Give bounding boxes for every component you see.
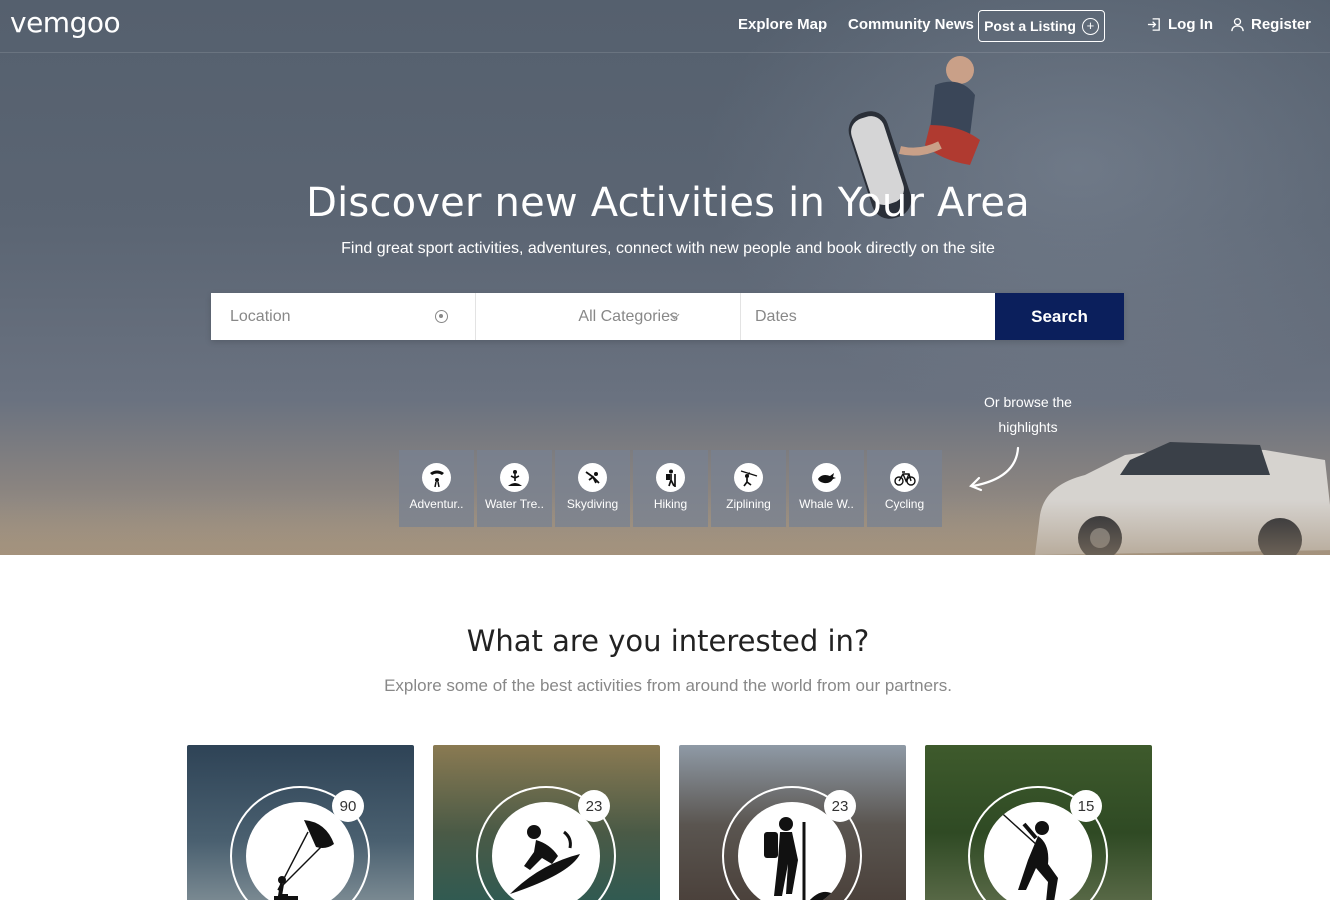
- register-link[interactable]: Register: [1230, 16, 1311, 33]
- zipline-icon: [734, 463, 763, 492]
- whale-icon: [812, 463, 841, 492]
- highlight-skydiving[interactable]: Skydiving: [555, 450, 630, 527]
- paraglider-icon: [422, 463, 451, 492]
- hero-banner: vemgoo Explore Map Community News Post a…: [0, 0, 1330, 555]
- hero-title: Discover new Activities in Your Area: [306, 180, 1030, 226]
- curved-arrow-icon: [969, 446, 1020, 492]
- site-logo[interactable]: vemgoo: [10, 6, 121, 39]
- highlight-label: Ziplining: [726, 497, 771, 511]
- plus-circle-icon: +: [1081, 17, 1099, 35]
- location-input[interactable]: Location: [211, 293, 476, 340]
- category-selected-value: All Categories: [578, 307, 678, 325]
- section-subtitle: Explore some of the best activities from…: [384, 676, 952, 695]
- browse-highlights-note: Or browse the highlights: [984, 394, 1072, 435]
- bicycle-icon: [890, 463, 919, 492]
- listing-count-badge: 90: [332, 790, 364, 822]
- highlight-ziplining[interactable]: Ziplining: [711, 450, 786, 527]
- dates-placeholder: Dates: [755, 307, 797, 325]
- post-listing-label: Post a Listing: [984, 18, 1076, 34]
- category-card-climbing[interactable]: 15: [925, 745, 1152, 900]
- user-icon: [1231, 18, 1244, 32]
- nav-explore-map[interactable]: Explore Map: [738, 16, 827, 33]
- login-icon: [1147, 18, 1160, 31]
- category-card-surfing[interactable]: 23: [433, 745, 660, 900]
- water-trek-icon: [500, 463, 529, 492]
- highlights-bar: Adventur.. Water Tre.. Skydiving Hiking …: [399, 450, 942, 527]
- post-listing-button[interactable]: Post a Listing +: [978, 10, 1105, 42]
- highlight-label: Hiking: [653, 497, 688, 511]
- login-link[interactable]: Log In: [1147, 16, 1213, 33]
- listing-count-badge: 23: [824, 790, 856, 822]
- highlight-adventure[interactable]: Adventur..: [399, 450, 474, 527]
- site-header: vemgoo Explore Map Community News Post a…: [0, 0, 1330, 53]
- category-cards: 90 23 23 15: [187, 745, 1152, 900]
- listing-count-badge: 15: [1070, 790, 1102, 822]
- hiking-icon: [656, 463, 685, 492]
- register-label: Register: [1251, 16, 1312, 33]
- section-title: What are you interested in?: [466, 624, 870, 658]
- category-card-hiking[interactable]: 23: [679, 745, 906, 900]
- highlight-cycling[interactable]: Cycling: [867, 450, 942, 527]
- highlight-label: Adventur..: [409, 497, 464, 511]
- skydiving-icon: [578, 463, 607, 492]
- highlight-label: Cycling: [884, 497, 925, 511]
- highlight-label: Skydiving: [566, 497, 619, 511]
- highlight-water-trek[interactable]: Water Tre..: [477, 450, 552, 527]
- login-label: Log In: [1168, 16, 1213, 33]
- dates-input[interactable]: Dates: [741, 293, 995, 340]
- locate-me-icon[interactable]: [435, 310, 448, 323]
- category-select[interactable]: All Categories: [476, 293, 741, 340]
- category-card-kitesurfing[interactable]: 90: [187, 745, 414, 900]
- nav-community-news[interactable]: Community News: [848, 16, 974, 33]
- highlight-label: Whale W..: [799, 497, 854, 511]
- highlight-hiking[interactable]: Hiking: [633, 450, 708, 527]
- hero-subtitle: Find great sport activities, adventures,…: [341, 240, 995, 257]
- listing-count-badge: 23: [578, 790, 610, 822]
- highlight-whale-watching[interactable]: Whale W..: [789, 450, 864, 527]
- search-button[interactable]: Search: [995, 293, 1124, 340]
- highlight-label: Water Tre..: [485, 497, 544, 511]
- location-placeholder: Location: [230, 307, 291, 325]
- search-bar: Location All Categories Dates Search: [211, 293, 1124, 340]
